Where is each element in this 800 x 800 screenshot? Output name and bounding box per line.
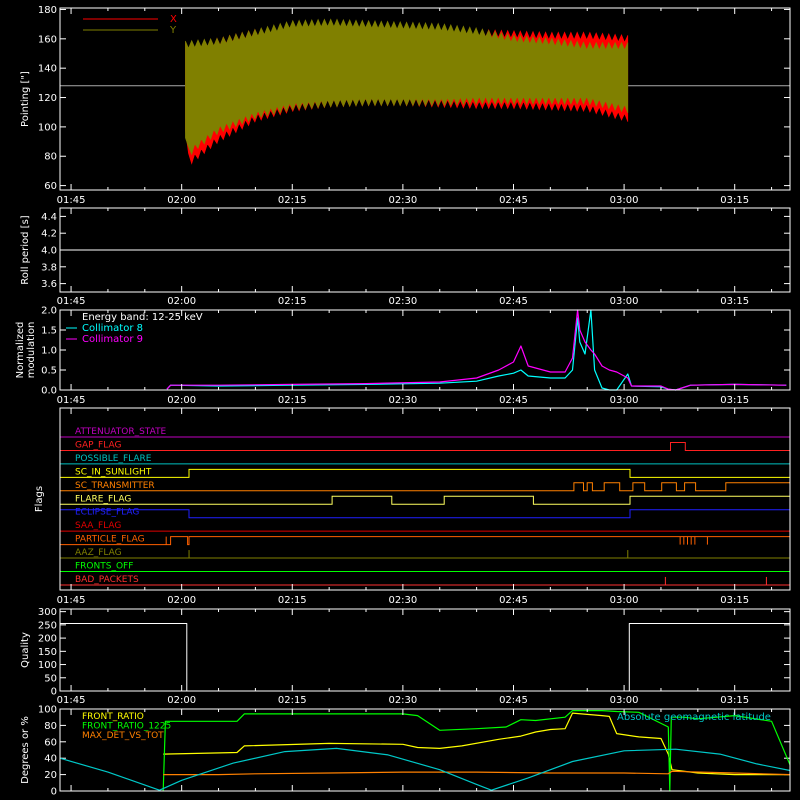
- y-tick-label: 3.8: [41, 262, 57, 273]
- y-tick-label: 180: [38, 5, 57, 16]
- x-tick-label: 02:30: [388, 195, 417, 206]
- x-tick-label: 02:30: [388, 296, 417, 307]
- axis-label-line: Degrees or %: [20, 716, 31, 784]
- x-tick-label: 03:00: [610, 695, 639, 706]
- y-tick-label: 20: [44, 770, 57, 781]
- x-tick-label: 03:00: [610, 195, 639, 206]
- x-tick-label: 02:45: [499, 695, 528, 706]
- legend-label: Collimator 8: [82, 323, 143, 334]
- x-tick-label: 02:45: [499, 195, 528, 206]
- axis-label-line: Flags: [34, 486, 45, 512]
- x-tick-label: 02:30: [388, 595, 417, 606]
- flag-label: GAP_FLAG: [75, 440, 121, 450]
- axis-label-line: Quality: [20, 632, 31, 668]
- flag-label: FRONTS_OFF: [75, 562, 133, 572]
- legend-label: Collimator 9: [82, 334, 143, 345]
- flag-label: SC_IN_SUNLIGHT: [75, 467, 152, 477]
- x-tick-label: 02:30: [388, 695, 417, 706]
- x-tick-label: 03:00: [610, 395, 639, 406]
- x-tick-label: 01:45: [57, 296, 86, 307]
- x-tick-label: 03:15: [720, 695, 749, 706]
- x-tick-label: 01:45: [57, 695, 86, 706]
- legend-label: MAX_DET_VS_TOT: [82, 731, 164, 741]
- y-tick-label: 300: [38, 607, 57, 618]
- y-tick-label: 40: [44, 754, 57, 765]
- y-tick-label: 2.0: [41, 306, 57, 317]
- geomagnetic-latitude-label: Absolute geomagnetic latitude: [617, 712, 771, 723]
- y-axis-label: Normalizedmodulation: [15, 322, 37, 379]
- y-axis-label: Quality: [20, 632, 31, 668]
- y-axis-label: Degrees or %: [20, 716, 31, 784]
- flag-label: PARTICLE_FLAG: [75, 535, 145, 545]
- x-tick-label: 02:00: [167, 395, 196, 406]
- x-tick-label: 02:30: [388, 395, 417, 406]
- figure: 6080100120140160180Pointing ["]XY01:45 02…: [0, 0, 800, 800]
- y-tick-label: 80: [44, 721, 57, 732]
- y-tick-label: 120: [38, 93, 57, 104]
- x-tick-label: 02:45: [499, 395, 528, 406]
- y-tick-label: 4.0: [41, 246, 57, 257]
- x-tick-label: 03:00: [610, 595, 639, 606]
- legend-label: FRONT_RATIO: [82, 712, 144, 722]
- y-tick-label: 60: [44, 181, 57, 192]
- flag-label: AAZ_FLAG: [75, 548, 122, 558]
- energy-band-label: Energy band: 12-25 keV: [82, 312, 203, 323]
- y-tick-label: 1.0: [41, 346, 57, 357]
- y-tick-label: 3.6: [41, 279, 57, 290]
- y-tick-label: 0.0: [41, 386, 57, 397]
- flag-label: ATTENUATOR_STATE: [75, 427, 167, 437]
- x-tick-label: 02:45: [499, 296, 528, 307]
- y-axis-label: Flags: [34, 486, 45, 512]
- x-tick-label: 02:00: [167, 595, 196, 606]
- y-tick-label: 80: [44, 152, 57, 163]
- y-tick-label: 50: [44, 673, 57, 684]
- flag-label: POSSIBLE_FLARE: [75, 454, 152, 464]
- x-tick-label: 01:45: [57, 595, 86, 606]
- x-tick-label: 03:15: [720, 296, 749, 307]
- y-tick-label: 4.4: [41, 212, 57, 223]
- y-tick-label: 100: [38, 122, 57, 133]
- y-tick-label: 1.5: [41, 326, 57, 337]
- x-tick-label: 03:15: [720, 195, 749, 206]
- legend-label: X: [170, 14, 177, 25]
- y-tick-label: 0.5: [41, 366, 57, 377]
- x-tick-label: 02:15: [278, 296, 307, 307]
- legend-label: Y: [169, 25, 177, 36]
- y-tick-label: 100: [38, 660, 57, 671]
- y-tick-label: 60: [44, 737, 57, 748]
- x-tick-label: 02:45: [499, 595, 528, 606]
- y-tick-label: 0: [51, 787, 57, 798]
- x-tick-label: 02:00: [167, 695, 196, 706]
- axis-label-line: Normalized: [15, 322, 26, 379]
- x-tick-label: 01:45: [57, 195, 86, 206]
- x-tick-label: 03:00: [610, 296, 639, 307]
- axis-label-line: Pointing ["]: [20, 71, 31, 127]
- legend-label: FRONT_RATIO_1225: [82, 722, 171, 732]
- y-tick-label: 200: [38, 634, 57, 645]
- y-tick-label: 150: [38, 647, 57, 658]
- x-tick-label: 01:45: [57, 395, 86, 406]
- axis-label-line: Roll period [s]: [20, 215, 31, 284]
- y-tick-label: 4.2: [41, 229, 57, 240]
- y-tick-label: 140: [38, 64, 57, 75]
- flag-label: FLARE_FLAG: [75, 494, 131, 504]
- x-tick-label: 03:15: [720, 595, 749, 606]
- x-tick-label: 02:00: [167, 296, 196, 307]
- x-tick-label: 02:00: [167, 195, 196, 206]
- axis-label-line: modulation: [26, 322, 37, 379]
- x-tick-label: 02:15: [278, 695, 307, 706]
- flag-label: SAA_FLAG: [75, 521, 121, 531]
- y-axis-label: Roll period [s]: [20, 215, 31, 284]
- x-tick-label: 02:15: [278, 595, 307, 606]
- x-tick-label: 02:15: [278, 395, 307, 406]
- flag-label: SC_TRANSMITTER: [75, 481, 155, 491]
- y-axis-label: Pointing ["]: [20, 71, 31, 127]
- y-tick-label: 100: [38, 705, 57, 716]
- flag-label: BAD_PACKETS: [75, 575, 139, 585]
- y-tick-label: 160: [38, 34, 57, 45]
- x-tick-label: 03:15: [720, 395, 749, 406]
- x-tick-label: 02:15: [278, 195, 307, 206]
- y-tick-label: 250: [38, 620, 57, 631]
